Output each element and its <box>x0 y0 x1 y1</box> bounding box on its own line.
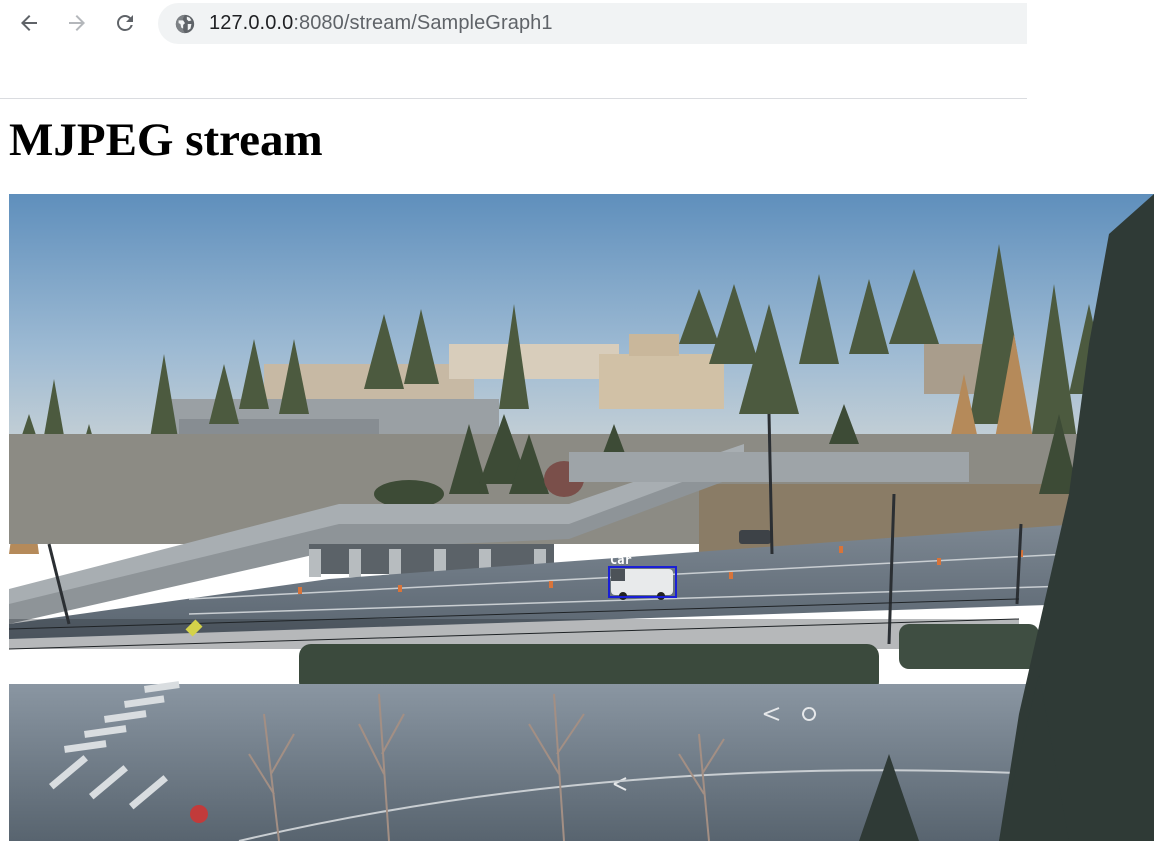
mjpeg-stream-image: Car <box>9 194 1154 841</box>
detection-label: Car <box>610 553 632 567</box>
browser-toolbar: 127.0.0.0:8080/stream/SampleGraph1 <box>0 0 1027 46</box>
dark-vehicle <box>739 530 771 544</box>
street <box>9 684 1154 841</box>
arrow-left-icon <box>21 15 37 31</box>
arrow-right-icon <box>69 15 85 31</box>
hedge-right <box>899 624 1039 669</box>
stop-sign <box>190 805 208 823</box>
toolbar-divider <box>0 98 1027 99</box>
page-title: MJPEG stream <box>9 114 323 166</box>
reload-button[interactable] <box>108 6 142 40</box>
url-text[interactable]: 127.0.0.0:8080/stream/SampleGraph1 <box>209 12 553 35</box>
globe-icon <box>175 14 195 33</box>
reload-icon <box>117 14 133 31</box>
forward-button[interactable] <box>60 6 94 40</box>
site-info-button[interactable] <box>174 13 196 35</box>
url-host: 127.0.0.0 <box>209 12 294 34</box>
address-bar[interactable]: 127.0.0.0:8080/stream/SampleGraph1 <box>158 3 1027 44</box>
url-path: :8080/stream/SampleGraph1 <box>293 12 553 34</box>
back-button[interactable] <box>12 6 46 40</box>
stream-scene: Car <box>9 194 1154 841</box>
